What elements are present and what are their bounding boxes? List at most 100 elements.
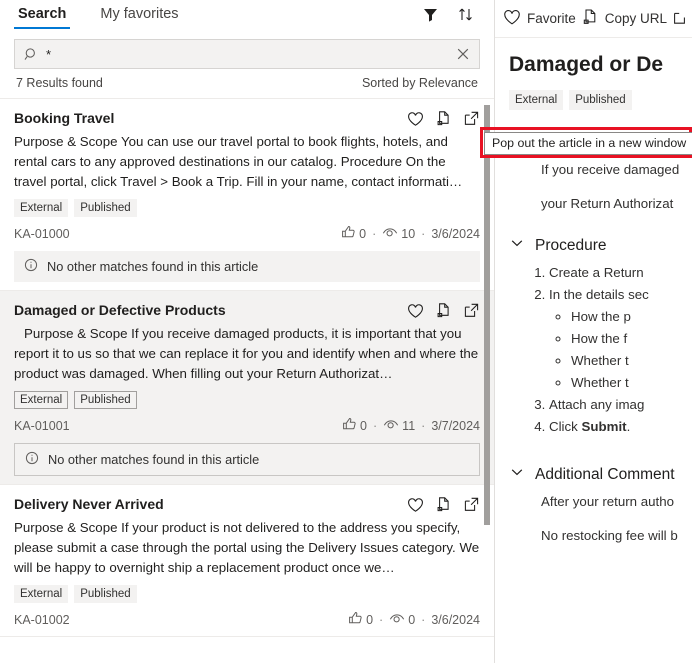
procedure-substep: How the p [571, 306, 692, 328]
tab-my-favorites-label: My favorites [100, 6, 179, 22]
section-header[interactable]: Procedure [509, 227, 692, 262]
result-card-delivery-never-arrived[interactable]: Delivery Never Arrived Purpose & Scope I… [0, 485, 494, 637]
card-title: Delivery Never Arrived [14, 496, 164, 512]
card-header: Delivery Never Arrived [14, 495, 480, 513]
chevron-down-icon [509, 464, 525, 485]
results-list: Booking Travel Purpose & Scope You can u… [0, 98, 494, 663]
results-scrollbar[interactable] [480, 99, 494, 663]
section-title: Additional Comment [535, 465, 675, 483]
views-count: 11 [402, 418, 416, 433]
card-article-id: KA-01002 [14, 612, 70, 627]
search-input[interactable] [46, 41, 450, 67]
section-paragraph: After your return autho [541, 494, 675, 509]
section-body: After your return autho No restocking fe… [509, 491, 692, 547]
likes-stat: 0 [341, 225, 366, 242]
tab-search-label: Search [18, 6, 67, 22]
procedure-substep: Whether t [571, 372, 692, 394]
procedure-step: In the details sec How the p How the f W… [549, 284, 692, 394]
no-other-matches-label: No other matches found in this article [47, 259, 259, 274]
heart-icon[interactable] [407, 302, 424, 319]
info-icon [24, 258, 38, 275]
card-snippet: Purpose & Scope If your product is not d… [14, 520, 480, 575]
tag-published: Published [74, 199, 137, 217]
chevron-down-icon [509, 235, 525, 256]
copy-document-icon[interactable] [435, 110, 452, 127]
card-actions [407, 495, 480, 513]
separator-dot: · [379, 612, 384, 627]
card-stats: 0 · 0 · 3/6/2024 [348, 611, 480, 628]
pop-out-icon [672, 8, 690, 29]
search-icon [24, 47, 39, 62]
separator-dot: · [421, 612, 426, 627]
likes-stat: 0 [348, 611, 373, 628]
card-footer: KA-01000 0 · 10 · 3/6/2024 [14, 225, 480, 242]
no-other-matches-label: No other matches found in this article [48, 452, 260, 467]
procedure-list: Create a Return In the details sec How t… [531, 262, 692, 438]
card-stats: 0 · 10 · 3/6/2024 [341, 225, 480, 242]
eye-icon [382, 226, 398, 242]
pop-out-icon[interactable] [463, 302, 480, 319]
favorite-label: Favorite [527, 11, 576, 26]
copy-document-icon[interactable] [435, 302, 452, 319]
copy-document-icon [581, 8, 599, 29]
tab-search[interactable]: Search [14, 0, 71, 33]
card-tags: External Published [14, 585, 480, 603]
likes-count: 0 [366, 612, 374, 627]
result-card-damaged-or-defective-products[interactable]: Damaged or Defective Products Purpose & … [0, 291, 494, 485]
section-header[interactable]: Additional Comment [509, 456, 692, 491]
sort-icon[interactable] [457, 6, 474, 23]
card-date: 3/7/2024 [431, 418, 480, 433]
procedure-step-text: Click [549, 419, 582, 434]
filter-icon[interactable] [422, 6, 439, 23]
procedure-substep: Whether t [571, 350, 692, 372]
thumbs-up-icon [342, 417, 357, 434]
tag-external: External [14, 199, 69, 217]
result-card-booking-travel[interactable]: Booking Travel Purpose & Scope You can u… [0, 99, 494, 291]
knowledge-base-search-app: Search My favorites * 7 Results found So… [0, 0, 692, 663]
section-title: Procedure [535, 236, 607, 254]
card-snippet: Purpose & Scope You can use our travel p… [14, 134, 463, 189]
card-tags: External Published [14, 391, 480, 409]
favorite-button[interactable]: Favorite [503, 9, 576, 29]
tag-external: External [14, 391, 69, 409]
procedure-step-text: In the details sec [549, 287, 649, 302]
article-title: Damaged or De [509, 53, 664, 76]
views-count: 0 [408, 612, 416, 627]
search-box[interactable] [14, 39, 480, 69]
card-date: 3/6/2024 [431, 226, 480, 241]
pop-out-tooltip: Pop out the article in a new window [484, 132, 692, 155]
views-stat: 0 [389, 612, 415, 628]
pop-out-icon[interactable] [463, 110, 480, 127]
heart-icon[interactable] [407, 496, 424, 513]
card-tags: External Published [14, 199, 480, 217]
results-meta-row: 7 Results found Sorted by Relevance [0, 69, 494, 98]
article-tags: External Published [509, 90, 692, 110]
pop-out-button[interactable] [672, 8, 690, 29]
close-icon[interactable] [450, 47, 470, 61]
heart-icon [503, 9, 521, 29]
heart-icon[interactable] [407, 110, 424, 127]
tabbar-actions [422, 0, 480, 23]
no-other-matches-row: No other matches found in this article [14, 251, 480, 282]
procedure-step-emphasis: Submit [581, 419, 627, 434]
sort-label[interactable]: Sorted by Relevance [362, 76, 478, 90]
card-article-id: KA-01001 [14, 418, 70, 433]
copy-url-button[interactable]: Copy URL [581, 8, 667, 29]
tag-published: Published [74, 585, 137, 603]
scrollbar-thumb[interactable] [484, 105, 490, 525]
tab-my-favorites[interactable]: My favorites [96, 0, 182, 33]
separator-dot: · [421, 226, 426, 241]
article-section-additional-comments: Additional Comment After your return aut… [509, 456, 692, 547]
pop-out-icon[interactable] [463, 496, 480, 513]
thumbs-up-icon [348, 611, 363, 628]
card-actions [407, 109, 480, 127]
section-paragraph: your Return Authorizat [541, 196, 674, 211]
info-icon [25, 451, 39, 468]
separator-dot: · [373, 418, 378, 433]
card-title: Booking Travel [14, 110, 115, 126]
tag-published: Published [569, 90, 632, 110]
copy-document-icon[interactable] [435, 496, 452, 513]
search-bar-container [0, 33, 494, 69]
separator-dot: · [421, 418, 426, 433]
card-stats: 0 · 11 · 3/7/2024 [342, 417, 480, 434]
